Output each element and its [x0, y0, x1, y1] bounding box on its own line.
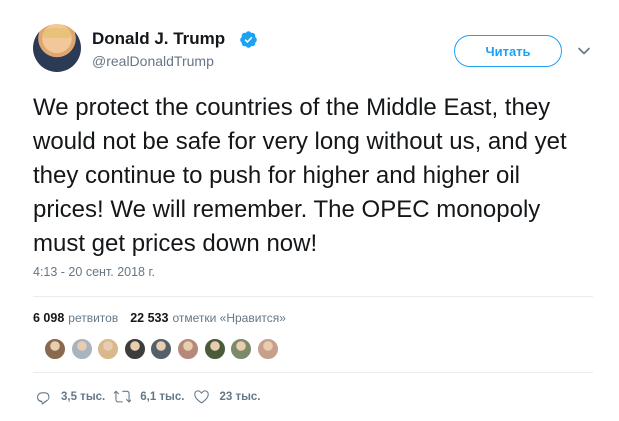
author-display-name[interactable]: Donald J. Trump — [92, 29, 225, 49]
divider — [33, 372, 593, 373]
follow-button[interactable]: Читать — [454, 35, 562, 67]
tweet-actions: 3,5 тыс. 6,1 тыс. 23 тыс. — [35, 388, 270, 405]
liker-avatar[interactable] — [176, 338, 199, 360]
verified-badge-icon — [240, 31, 257, 48]
tweet-stats: 6 098 ретвитов 22 533 отметки «Нравится» — [33, 311, 298, 325]
retweets-stat[interactable]: 6 098 ретвитов — [33, 311, 118, 325]
liker-avatar[interactable] — [97, 338, 120, 360]
liker-avatar[interactable] — [230, 338, 253, 360]
retweet-icon — [114, 390, 132, 403]
liker-avatar[interactable] — [256, 338, 279, 360]
retweet-action[interactable]: 6,1 тыс. — [114, 388, 193, 405]
author-avatar[interactable] — [33, 24, 81, 72]
reply-action[interactable]: 3,5 тыс. — [35, 388, 114, 405]
tweet-text: We protect the countries of the Middle E… — [33, 94, 567, 257]
liker-avatar[interactable] — [70, 338, 93, 360]
author-screen-name[interactable]: @realDonaldTrump — [92, 53, 214, 69]
tweet-card: Donald J. Trump @realDonaldTrump Читать … — [0, 0, 619, 421]
liker-avatar[interactable] — [150, 338, 173, 360]
liker-avatar[interactable] — [123, 338, 146, 360]
like-count: 23 тыс. — [219, 390, 261, 403]
likers-avatars — [44, 338, 283, 360]
divider — [33, 296, 593, 297]
heart-icon — [194, 390, 210, 404]
reply-icon — [36, 392, 50, 405]
likes-stat[interactable]: 22 533 отметки «Нравится» — [130, 311, 286, 325]
liker-avatar[interactable] — [203, 338, 226, 360]
retweets-count: 6 098 — [33, 311, 65, 325]
likes-label: отметки «Нравится» — [172, 311, 286, 325]
tweet-timestamp[interactable]: 4:13 - 20 сент. 2018 г. — [33, 265, 155, 279]
retweets-label: ретвитов — [68, 311, 119, 325]
like-action[interactable]: 23 тыс. — [193, 388, 269, 405]
likes-count: 22 533 — [130, 311, 169, 325]
retweet-count: 6,1 тыс. — [140, 390, 185, 403]
liker-avatar[interactable] — [44, 338, 66, 360]
reply-count: 3,5 тыс. — [61, 390, 106, 403]
chevron-down-icon[interactable] — [577, 44, 591, 58]
